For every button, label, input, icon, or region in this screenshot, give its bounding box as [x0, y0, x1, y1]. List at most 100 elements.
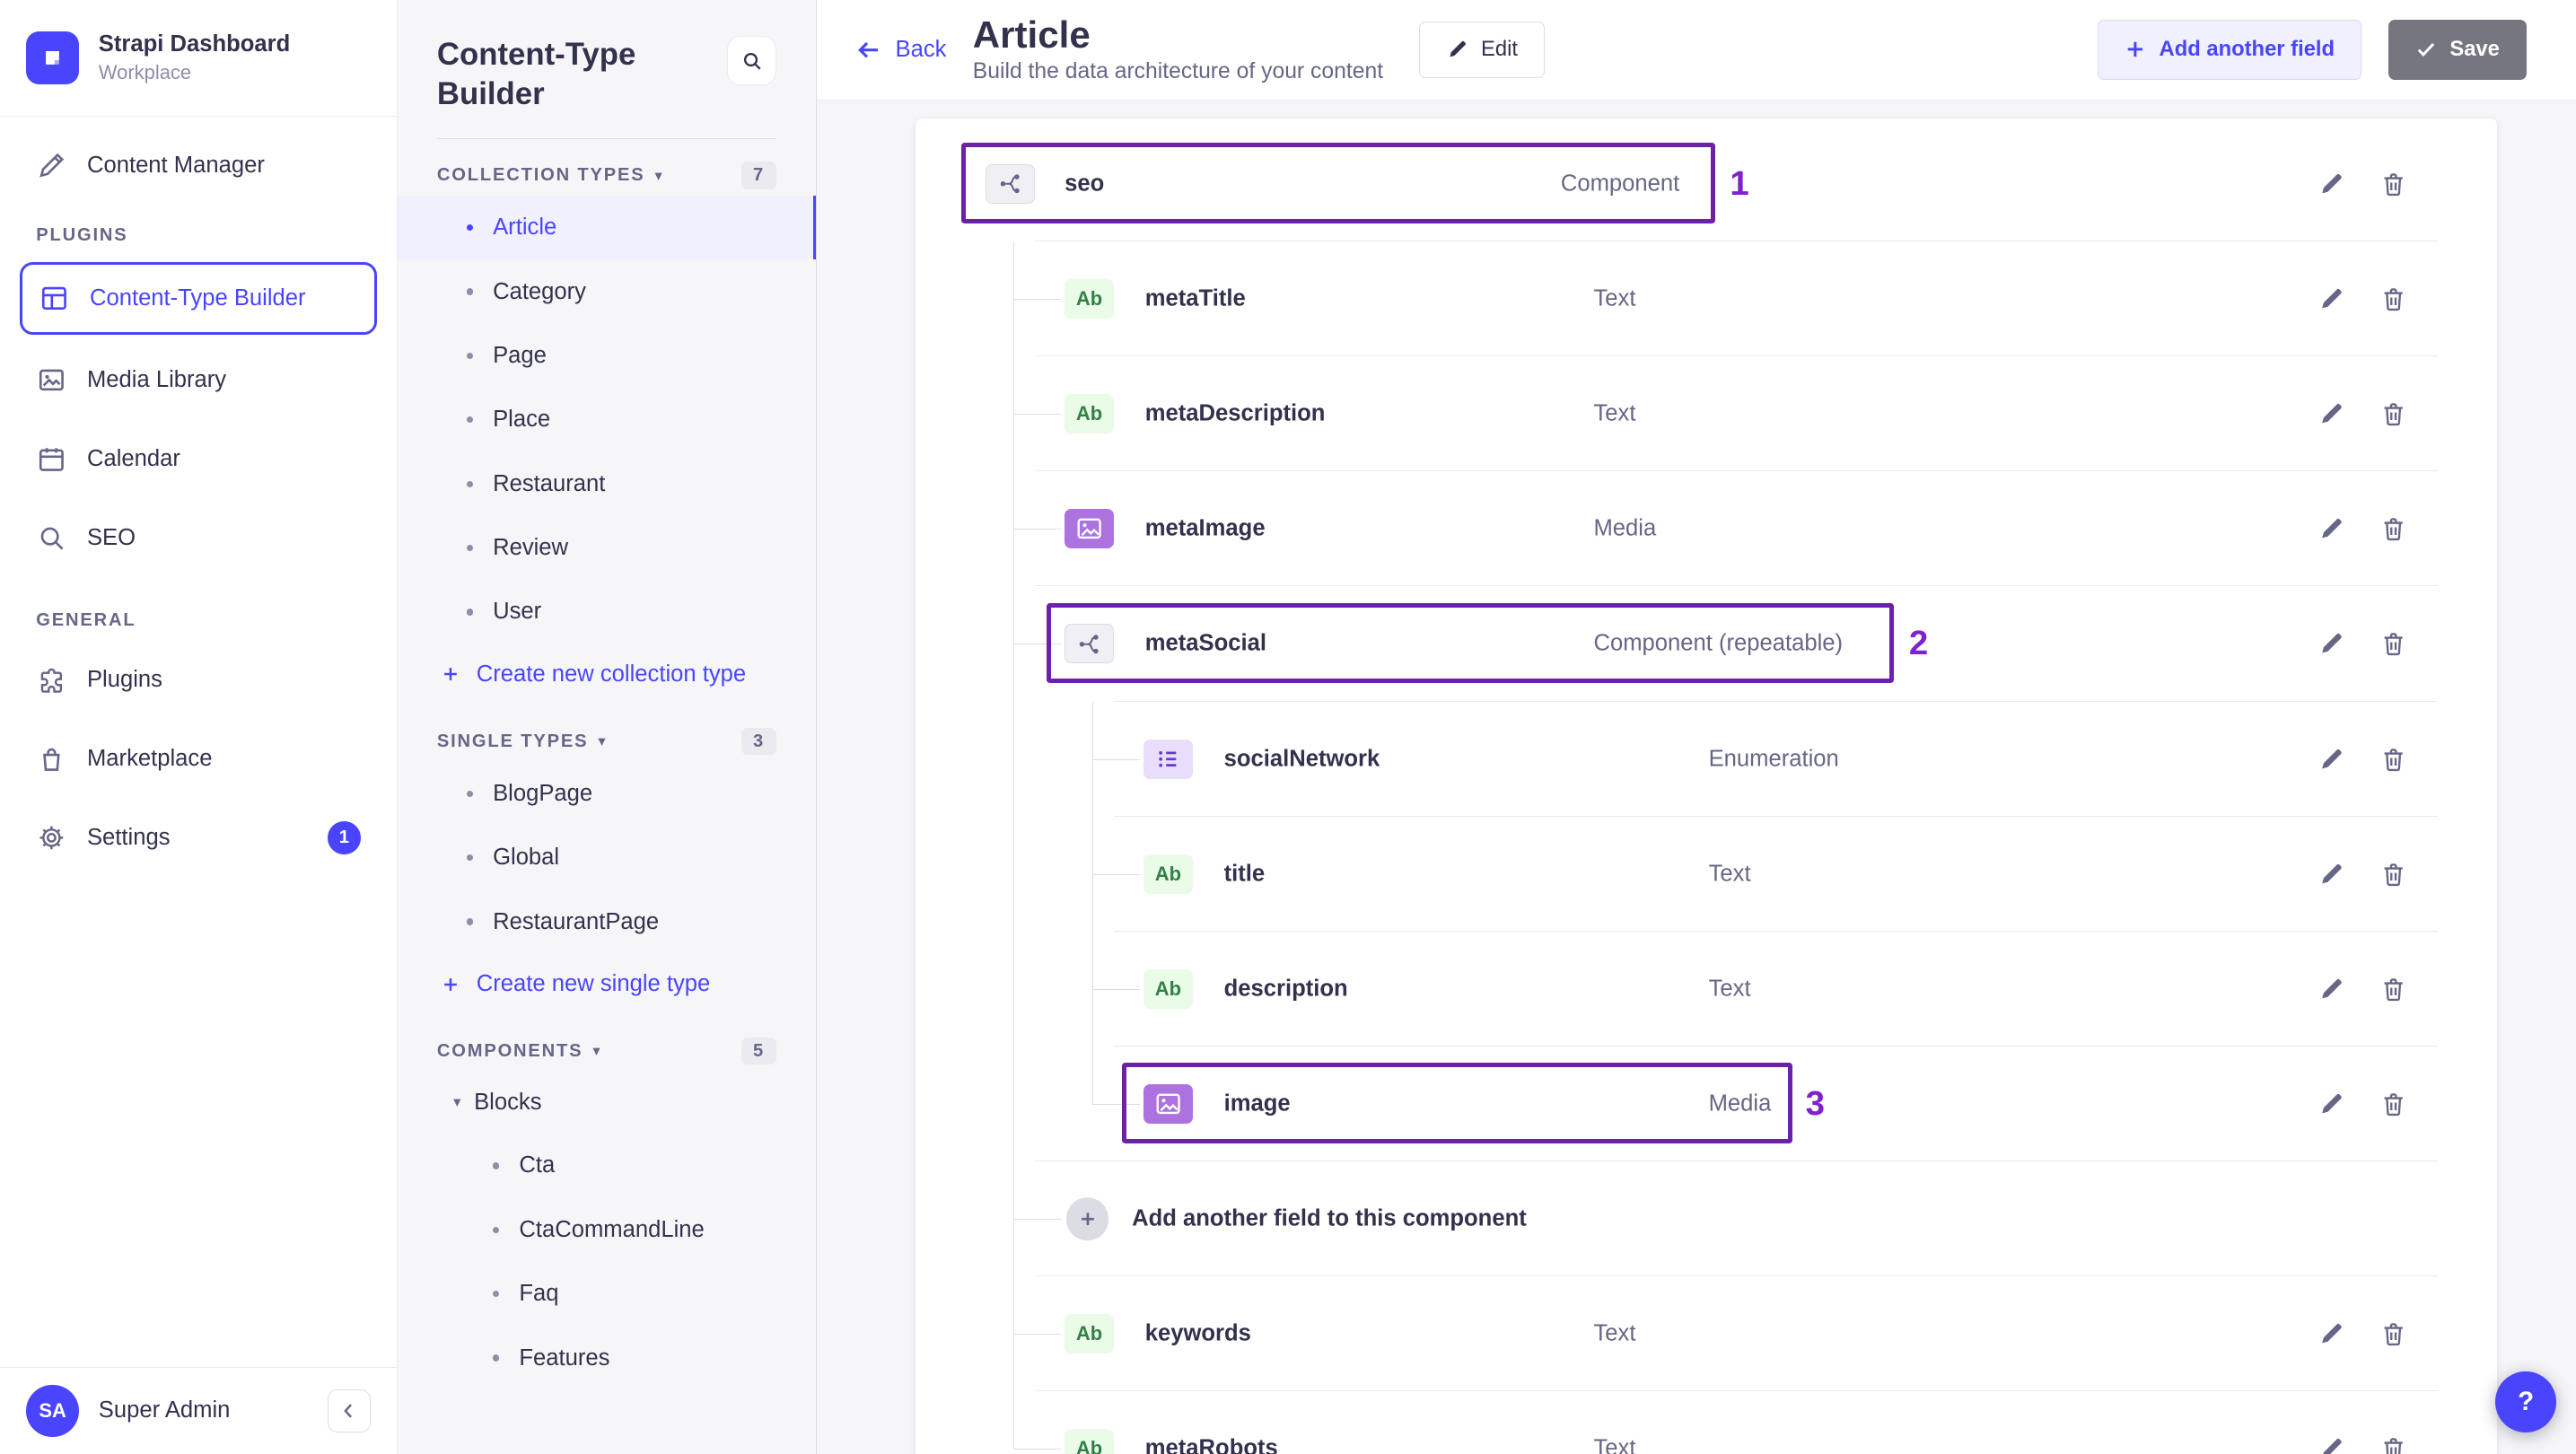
- add-field-to-component-row[interactable]: Add another field to this component: [916, 1161, 2498, 1276]
- tree-branch: [1013, 414, 1062, 415]
- collapse-sidebar-button[interactable]: [328, 1389, 371, 1432]
- page-header: Back Article Build the data architecture…: [816, 0, 2576, 101]
- collection-type-user[interactable]: User: [437, 580, 776, 644]
- panel-head: Content-Type Builder: [437, 36, 776, 115]
- add-another-field-button[interactable]: Add another field: [2097, 20, 2362, 80]
- row-actions: [2318, 1321, 2407, 1347]
- delete-field-button[interactable]: [2380, 1436, 2406, 1454]
- type-label: Category: [493, 278, 586, 304]
- row-actions: [2318, 631, 2407, 657]
- collection-types-header[interactable]: COLLECTION TYPES ▾ 7: [437, 162, 776, 189]
- create-single-type-link[interactable]: Create new single type: [437, 954, 776, 1015]
- sidebar-item-seo[interactable]: SEO: [20, 505, 377, 571]
- add-field-to-component-label[interactable]: Add another field to this component: [1132, 1206, 1527, 1232]
- annotation-number: 2: [1908, 624, 1929, 663]
- field-name: metaImage: [1144, 515, 1266, 541]
- sidebar-item-content-type-builder[interactable]: Content-Type Builder: [19, 262, 377, 335]
- components-header[interactable]: COMPONENTS ▾ 5: [437, 1038, 776, 1065]
- field-row-metaimage: metaImage Media: [916, 471, 2498, 586]
- delete-field-button[interactable]: [2380, 171, 2406, 197]
- plus-circle-icon[interactable]: [1065, 1197, 1109, 1240]
- bullet-icon: [493, 1291, 500, 1298]
- content-area: seo Component 1 Ab metaTitle Text Ab met…: [817, 101, 2576, 1454]
- edit-field-button[interactable]: [2318, 171, 2344, 197]
- delete-field-button[interactable]: [2380, 1321, 2406, 1347]
- sidebar-item-settings[interactable]: Settings 1: [20, 805, 377, 871]
- sidebar-item-label: Media Library: [86, 367, 227, 393]
- edit-field-button[interactable]: [2318, 976, 2344, 1002]
- delete-field-button[interactable]: [2380, 285, 2406, 311]
- create-collection-type-link[interactable]: Create new collection type: [437, 644, 776, 705]
- field-type: Enumeration: [1708, 746, 1839, 772]
- field-name: metaTitle: [1144, 285, 1246, 311]
- edit-field-button[interactable]: [2318, 631, 2344, 657]
- single-type-blogpage[interactable]: BlogPage: [437, 762, 776, 826]
- search-icon: [740, 49, 764, 73]
- search-button[interactable]: [726, 36, 776, 86]
- collection-type-article[interactable]: Article: [397, 195, 816, 260]
- tree-branch: [1092, 988, 1141, 990]
- fields-card: seo Component 1 Ab metaTitle Text Ab met…: [915, 118, 2498, 1454]
- sidebar-footer: SA Super Admin: [0, 1366, 397, 1454]
- plugins-section-label: PLUGINS: [36, 224, 128, 245]
- component-group-blocks[interactable]: ▾ Blocks: [437, 1072, 776, 1134]
- sidebar-item-calendar[interactable]: Calendar: [20, 426, 377, 492]
- title-block: Article Build the data architecture of y…: [973, 14, 1383, 84]
- sidebar-item-marketplace[interactable]: Marketplace: [20, 726, 377, 792]
- tree-branch: [1013, 1449, 1062, 1450]
- bullet-icon: [466, 224, 474, 232]
- main-sidebar: Strapi Dashboard Workplace Content Manag…: [0, 0, 398, 1454]
- edit-button[interactable]: Edit: [1419, 21, 1546, 78]
- type-label: Page: [493, 342, 547, 368]
- delete-field-button[interactable]: [2380, 516, 2406, 542]
- collection-type-page[interactable]: Page: [437, 324, 776, 388]
- collection-type-place[interactable]: Place: [437, 388, 776, 451]
- bullet-icon: [466, 609, 474, 616]
- single-type-restaurantpage[interactable]: RestaurantPage: [437, 889, 776, 953]
- edit-field-button[interactable]: [2318, 1436, 2344, 1454]
- edit-field-button[interactable]: [2318, 1321, 2344, 1347]
- edit-field-button[interactable]: [2318, 285, 2344, 311]
- field-type: Component (repeatable): [1593, 630, 1844, 656]
- delete-field-button[interactable]: [2380, 631, 2406, 657]
- edit-field-button[interactable]: [2318, 746, 2344, 772]
- delete-field-button[interactable]: [2380, 401, 2406, 427]
- field-type: Text: [1708, 976, 1751, 1002]
- field-type: Text: [1593, 400, 1636, 426]
- type-label: BlogPage: [493, 780, 593, 806]
- field-row-socialnetwork: socialNetwork Enumeration: [916, 702, 2498, 817]
- help-button[interactable]: ?: [2495, 1371, 2557, 1433]
- edit-field-button[interactable]: [2318, 401, 2344, 427]
- collection-type-category[interactable]: Category: [437, 259, 776, 323]
- component-faq[interactable]: Faq: [437, 1262, 776, 1326]
- sidebar-item-label: Plugins: [86, 667, 162, 693]
- edit-field-button[interactable]: [2318, 516, 2344, 542]
- field-name: image: [1223, 1090, 1291, 1117]
- sidebar-item-content-manager[interactable]: Content Manager: [20, 133, 377, 198]
- component-features[interactable]: Features: [437, 1326, 776, 1389]
- save-button[interactable]: Save: [2388, 20, 2528, 80]
- text-field-icon: Ab: [1143, 968, 1193, 1009]
- edit-field-button[interactable]: [2318, 1090, 2344, 1117]
- plus-icon: [2125, 39, 2146, 60]
- tree-branch: [1092, 758, 1141, 760]
- back-button[interactable]: Back: [856, 37, 946, 63]
- collection-type-review[interactable]: Review: [437, 516, 776, 580]
- create-collection-type-label: Create new collection type: [476, 661, 747, 687]
- delete-field-button[interactable]: [2380, 1090, 2406, 1117]
- delete-field-button[interactable]: [2380, 861, 2406, 887]
- delete-field-button[interactable]: [2380, 976, 2406, 1002]
- field-type: Text: [1593, 285, 1636, 311]
- component-cta[interactable]: Cta: [437, 1134, 776, 1197]
- sidebar-item-label: Marketplace: [86, 746, 213, 772]
- component-ctacommandline[interactable]: CtaCommandLine: [437, 1198, 776, 1262]
- row-actions: [2318, 285, 2407, 311]
- sidebar-item-plugins[interactable]: Plugins: [20, 647, 377, 713]
- delete-field-button[interactable]: [2380, 746, 2406, 772]
- single-types-header[interactable]: SINGLE TYPES ▾ 3: [437, 727, 776, 756]
- single-type-global[interactable]: Global: [437, 826, 776, 889]
- sidebar-item-media-library[interactable]: Media Library: [20, 347, 377, 413]
- tree-branch: [1013, 1334, 1062, 1335]
- edit-field-button[interactable]: [2318, 861, 2344, 887]
- collection-type-restaurant[interactable]: Restaurant: [437, 451, 776, 515]
